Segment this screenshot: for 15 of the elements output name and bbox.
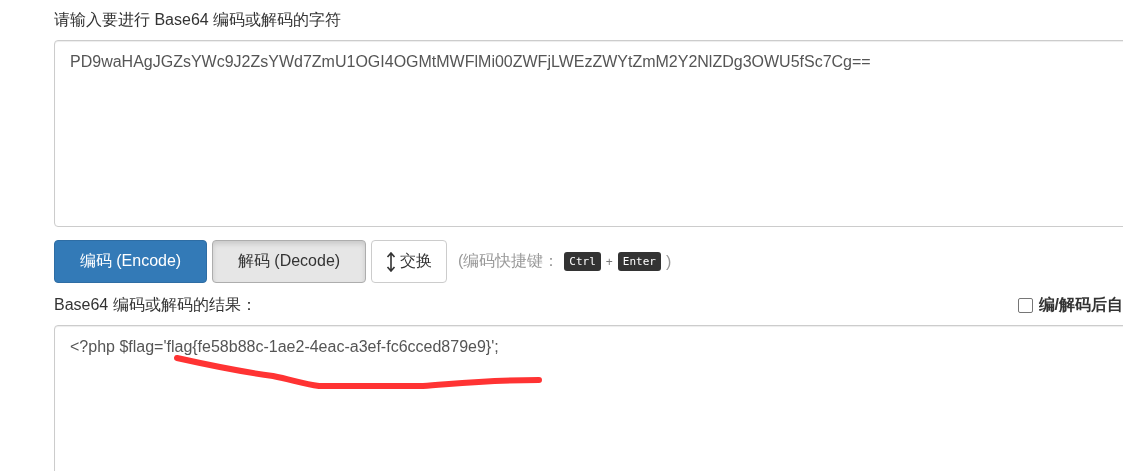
result-text: <?php $flag='flag{fe58b88c-1ae2-4eac-a3ef-fc6cced879e9}'; [70,338,499,355]
plus-sign: + [605,254,613,269]
key-cap: Enter [617,252,661,271]
input-label: 请输入要进行 Base64 编码或解码的字符 [54,10,343,30]
encode-button[interactable]: 编码 (Encode) [54,240,207,283]
shortcut-hint-text: (编码快捷键： [458,251,560,271]
input-textarea[interactable]: PD9waHAgJGZsYWc9J2ZsYWd7ZmU1OGI4OGMtMWFlMi00ZWFjLWEzZWYtZmM2Y2NlZDg3OWU5fSc7Cg== [54,40,1123,227]
key-cap: Ctrl [564,252,601,271]
auto-copy-checkbox[interactable]: 编/解码后自 [1017,294,1123,316]
up-down-arrow-icon [386,251,396,272]
result-label: Base64 编码或解码的结果： [54,295,257,315]
closing-parenthesis: ) [665,252,672,271]
swap-button[interactable]: 交换 [371,240,447,283]
result-textarea[interactable]: <?php $flag='flag{fe58b88c-1ae2-4eac-a3ef-fc6cced879e9}'; [54,325,1123,471]
decode-button[interactable]: 解码 (Decode) [212,240,366,283]
